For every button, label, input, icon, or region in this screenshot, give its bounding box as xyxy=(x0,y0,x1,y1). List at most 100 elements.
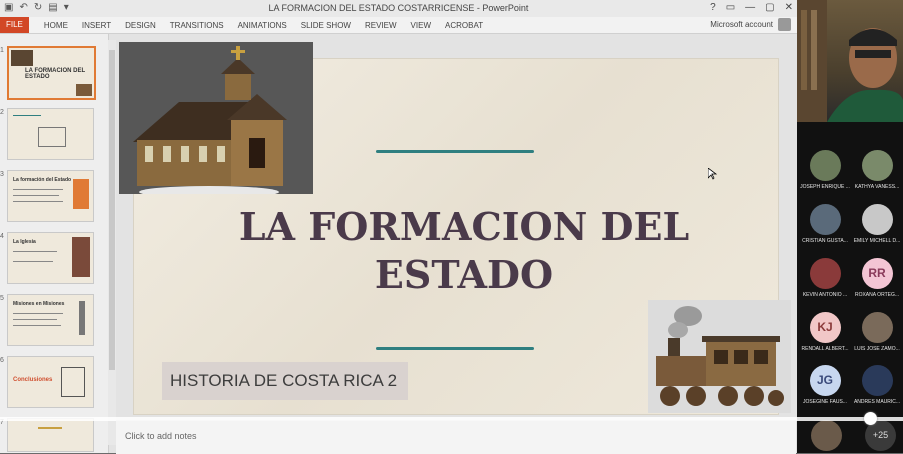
window-title: LA FORMACION DEL ESTADO COSTARRICENSE - … xyxy=(268,3,529,13)
ribbon: FILE HOME INSERT DESIGN TRANSITIONS ANIM… xyxy=(0,17,797,34)
slide-thumbnails-panel: 1 LA FORMACION DEL ESTADO 2 3 La formaci… xyxy=(0,34,109,453)
tab-insert[interactable]: INSERT xyxy=(82,21,111,30)
presenter-illustration xyxy=(797,0,903,122)
thumbnail-line xyxy=(13,201,63,202)
tab-home[interactable]: HOME xyxy=(44,21,68,30)
scale-icon xyxy=(38,427,62,447)
participant-tile[interactable]: LUIS JOSE ZAMO... xyxy=(851,312,903,352)
participant-name: RENDALL ALBERT... xyxy=(801,346,849,352)
slide-thumbnail-5[interactable]: Misiones en Misiones xyxy=(7,294,94,346)
thumbnail-line xyxy=(13,313,63,314)
presenter-video[interactable] xyxy=(797,0,903,122)
thumbnail-title: LA FORMACION DEL ESTADO xyxy=(25,68,85,80)
participant-name: LUIS JOSE ZAMO... xyxy=(854,346,900,352)
thumbnail-line xyxy=(13,251,57,252)
participant-name: JOSEGINE FAUS... xyxy=(803,399,847,405)
scrollbar-thumb[interactable] xyxy=(109,50,115,370)
thumbnail-line xyxy=(13,195,59,196)
minimize-button[interactable]: — xyxy=(745,2,755,13)
participant-tile[interactable]: KJ RENDALL ALBERT... xyxy=(799,312,851,352)
slide-number: 2 xyxy=(0,109,4,116)
thumbnail-line xyxy=(13,319,57,320)
subtitle-box[interactable]: HISTORIA DE COSTA RICA 2 xyxy=(162,362,408,400)
participant-tile[interactable]: CRISTIAN GUSTA... xyxy=(799,204,851,244)
slide-number: 6 xyxy=(0,357,4,364)
tab-animations[interactable]: ANIMATIONS xyxy=(238,21,287,30)
decorative-line-top xyxy=(376,150,534,153)
slide-title-line-2[interactable]: ESTADO xyxy=(224,252,704,298)
books-icon xyxy=(61,367,85,397)
maximize-button[interactable]: ▢ xyxy=(765,2,774,13)
participant-name: JOSEPH ENRIQUE ... xyxy=(800,184,850,190)
participant-tile[interactable]: JG JOSEGINE FAUS... xyxy=(799,365,851,405)
window-controls: ? ▭ — ▢ ✕ xyxy=(710,2,793,13)
slide-thumbnail-1[interactable]: LA FORMACION DEL ESTADO xyxy=(7,46,96,100)
slide-number: 3 xyxy=(0,171,4,178)
slide-number: 1 xyxy=(0,47,4,54)
slide-thumbnail-2[interactable] xyxy=(7,108,94,160)
ribbon-display-icon[interactable]: ▭ xyxy=(726,2,735,13)
notes-placeholder: Click to add notes xyxy=(125,431,197,441)
train-image[interactable] xyxy=(648,300,791,413)
slide-thumbnail-3[interactable]: La formación del Estado xyxy=(7,170,94,222)
tab-transitions[interactable]: TRANSITIONS xyxy=(170,21,224,30)
participant-avatar[interactable] xyxy=(811,420,842,451)
thumbnail-title: Conclusiones xyxy=(13,377,53,383)
slide-number: 4 xyxy=(0,233,4,240)
participant-initials: RR xyxy=(861,258,893,289)
church-thumbnail-icon xyxy=(11,50,33,66)
participant-tile[interactable]: KATHYA VANESS... xyxy=(851,150,903,190)
decorative-line-bottom xyxy=(376,347,534,350)
participant-tile[interactable]: ANDRES MAURIC... xyxy=(851,365,903,405)
building-icon xyxy=(73,179,89,209)
tab-slide-show[interactable]: SLIDE SHOW xyxy=(301,21,351,30)
participant-avatar xyxy=(861,312,893,343)
person-icon xyxy=(79,301,85,335)
participant-tile[interactable]: JOSEPH ENRIQUE ... xyxy=(799,150,851,190)
tab-acrobat[interactable]: ACROBAT xyxy=(445,21,483,30)
participant-initials: KJ xyxy=(809,312,841,343)
participant-name: ROXANA ORTEG... xyxy=(854,292,900,298)
thumbnail-title: Misiones en Misiones xyxy=(13,301,65,307)
thumbnail-line xyxy=(13,325,61,326)
mouse-cursor-icon xyxy=(708,168,717,180)
thumbnail-title: La formación del Estado xyxy=(13,177,72,183)
slide-title-line-1[interactable]: LA FORMACION DEL xyxy=(224,204,704,250)
participant-initials: JG xyxy=(809,365,841,396)
participant-avatar xyxy=(861,150,893,181)
progress-knob[interactable] xyxy=(864,412,877,425)
title-bar: ▣ ↶ ↻ ▤ ▾ LA FORMACION DEL ESTADO COSTAR… xyxy=(0,0,797,17)
tab-design[interactable]: DESIGN xyxy=(125,21,156,30)
help-icon[interactable]: ? xyxy=(710,2,716,13)
participant-name: KEVIN ANTONIO ... xyxy=(802,292,848,298)
participant-avatar xyxy=(809,150,841,181)
account-label[interactable]: Microsoft account xyxy=(710,20,773,29)
train-thumbnail-icon xyxy=(76,84,92,96)
ribbon-tabs: FILE HOME INSERT DESIGN TRANSITIONS ANIM… xyxy=(0,17,797,33)
thumbnails-scrollbar[interactable] xyxy=(108,40,116,445)
church-image[interactable] xyxy=(119,42,313,194)
close-button[interactable]: ✕ xyxy=(785,2,793,13)
participant-avatar xyxy=(861,204,893,235)
tab-view[interactable]: VIEW xyxy=(411,21,431,30)
participant-tile[interactable]: EMILY MICHELL D... xyxy=(851,204,903,244)
participant-tile[interactable]: RR ROXANA ORTEG... xyxy=(851,258,903,298)
church-illustration xyxy=(119,42,313,194)
slide-thumbnail-7[interactable] xyxy=(7,418,94,452)
participant-tile[interactable]: KEVIN ANTONIO ... xyxy=(799,258,851,298)
account-avatar[interactable] xyxy=(778,18,791,31)
church-thumbnail-icon xyxy=(72,237,90,277)
tab-file[interactable]: FILE xyxy=(0,17,29,33)
participant-name: CRISTIAN GUSTA... xyxy=(802,238,848,244)
tab-review[interactable]: REVIEW xyxy=(365,21,397,30)
thumbnail-title: La Iglesia xyxy=(13,239,36,245)
slide-thumbnail-4[interactable]: La Iglesia xyxy=(7,232,94,284)
participant-avatar xyxy=(809,258,841,289)
participant-avatar xyxy=(809,204,841,235)
computer-icon xyxy=(38,127,66,147)
participant-avatar xyxy=(861,365,893,396)
notes-pane[interactable]: Click to add notes xyxy=(116,420,796,454)
slide-thumbnail-6[interactable]: Conclusiones xyxy=(7,356,94,408)
video-progress-bar[interactable] xyxy=(0,417,903,421)
slide-subtitle: HISTORIA DE COSTA RICA 2 xyxy=(170,371,398,390)
